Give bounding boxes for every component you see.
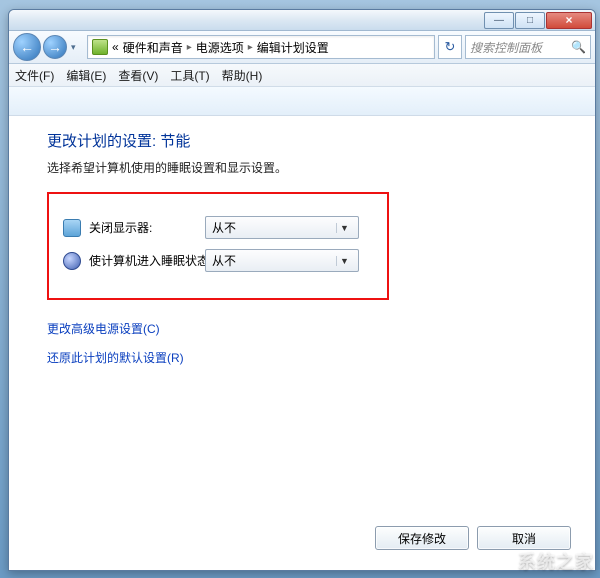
turn-off-display-value: 从不 — [212, 219, 336, 236]
turn-off-display-label: 关闭显示器: — [89, 219, 205, 236]
refresh-icon: ↻ — [445, 39, 456, 55]
window-titlebar: — □ × — [9, 10, 595, 31]
breadcrumb-prefix: « — [112, 40, 119, 54]
maximize-button[interactable]: □ — [515, 12, 545, 29]
search-icon: 🔍 — [571, 40, 586, 54]
breadcrumb-sep-icon: ▸ — [248, 42, 253, 53]
turn-off-display-select[interactable]: 从不 ▼ — [205, 216, 359, 239]
menu-file[interactable]: 文件(F) — [15, 67, 54, 84]
minimize-button[interactable]: — — [484, 12, 514, 29]
sleep-icon — [63, 252, 81, 270]
breadcrumb-2[interactable]: 电源选项 — [196, 39, 244, 56]
chevron-down-icon: ▼ — [336, 256, 352, 266]
watermark: 系统之家 — [518, 548, 594, 574]
breadcrumb-3[interactable]: 编辑计划设置 — [257, 39, 329, 56]
control-panel-icon — [92, 39, 108, 55]
breadcrumb-sep-icon: ▸ — [187, 42, 192, 53]
content-area: 更改计划的设置: 节能 选择希望计算机使用的睡眠设置和显示设置。 关闭显示器: … — [9, 116, 595, 570]
control-panel-window: — □ × ← → ▾ « 硬件和声音 ▸ 电源选项 ▸ 编辑计划设置 ↻ 搜索… — [8, 9, 596, 571]
history-dropdown[interactable]: ▾ — [71, 42, 83, 53]
turn-off-display-row: 关闭显示器: 从不 ▼ — [63, 216, 373, 239]
forward-button[interactable]: → — [43, 35, 67, 59]
sleep-value: 从不 — [212, 252, 336, 269]
menu-bar: 文件(F) 编辑(E) 查看(V) 工具(T) 帮助(H) — [9, 64, 595, 87]
back-arrow-icon: ← — [20, 39, 34, 55]
toolbar-strip — [9, 87, 595, 116]
search-placeholder: 搜索控制面板 — [470, 39, 542, 56]
advanced-settings-link[interactable]: 更改高级电源设置(C) — [47, 320, 571, 337]
close-button[interactable]: × — [546, 12, 592, 29]
search-input[interactable]: 搜索控制面板 🔍 — [465, 35, 591, 59]
minimize-icon: — — [494, 15, 504, 26]
restore-defaults-link[interactable]: 还原此计划的默认设置(R) — [47, 349, 571, 366]
sleep-row: 使计算机进入睡眠状态: 从不 ▼ — [63, 249, 373, 272]
save-button[interactable]: 保存修改 — [375, 526, 469, 550]
sleep-select[interactable]: 从不 ▼ — [205, 249, 359, 272]
navigation-row: ← → ▾ « 硬件和声音 ▸ 电源选项 ▸ 编辑计划设置 ↻ 搜索控制面板 🔍 — [9, 31, 595, 64]
address-bar[interactable]: « 硬件和声音 ▸ 电源选项 ▸ 编辑计划设置 — [87, 35, 435, 59]
menu-view[interactable]: 查看(V) — [118, 67, 158, 84]
back-button[interactable]: ← — [13, 33, 41, 61]
menu-help[interactable]: 帮助(H) — [222, 67, 263, 84]
highlighted-settings-box: 关闭显示器: 从不 ▼ 使计算机进入睡眠状态: 从不 ▼ — [47, 192, 389, 300]
cancel-button[interactable]: 取消 — [477, 526, 571, 550]
sleep-label: 使计算机进入睡眠状态: — [89, 252, 219, 269]
forward-arrow-icon: → — [48, 39, 62, 55]
chevron-down-icon: ▼ — [336, 223, 352, 233]
close-icon: × — [565, 13, 572, 27]
menu-edit[interactable]: 编辑(E) — [66, 67, 106, 84]
page-heading: 更改计划的设置: 节能 — [47, 130, 571, 151]
footer-buttons: 保存修改 取消 — [47, 526, 571, 556]
monitor-icon — [63, 219, 81, 237]
page-subtext: 选择希望计算机使用的睡眠设置和显示设置。 — [47, 159, 571, 176]
menu-tools[interactable]: 工具(T) — [170, 67, 209, 84]
breadcrumb-1[interactable]: 硬件和声音 — [123, 39, 183, 56]
refresh-button[interactable]: ↻ — [438, 35, 462, 59]
maximize-icon: □ — [527, 15, 533, 26]
